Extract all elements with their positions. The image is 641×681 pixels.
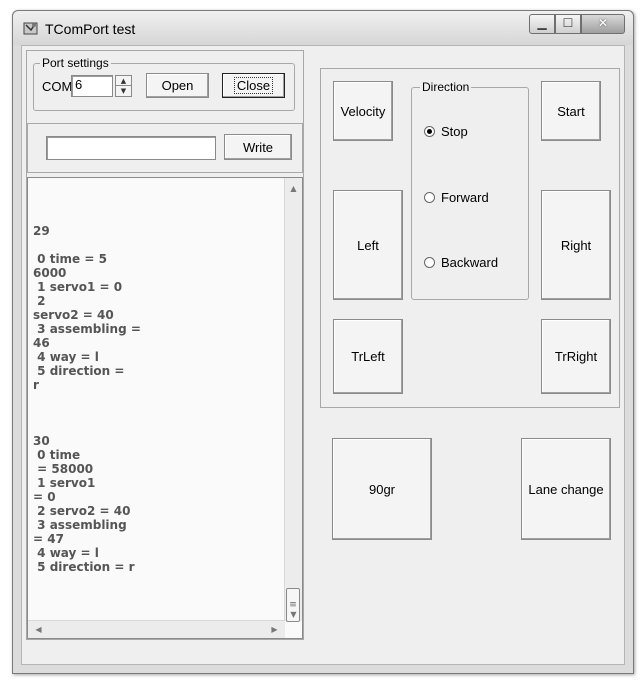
left-button[interactable]: Left	[333, 190, 403, 300]
radio-forward-label: Forward	[441, 190, 489, 205]
radio-backward[interactable]: Backward	[424, 255, 498, 270]
open-button-label: Open	[161, 78, 194, 93]
radio-backward-label: Backward	[441, 255, 499, 270]
left-panel: Port settings COM 6 ▲ ▼ Open Close Write	[26, 50, 304, 640]
open-button[interactable]: Open	[146, 73, 209, 98]
port-settings-group: Port settings COM 6 ▲ ▼ Open Close	[33, 56, 295, 111]
radio-stop-icon[interactable]	[424, 126, 435, 137]
close-window-button[interactable]: ✕	[581, 14, 625, 34]
scroll-right-icon[interactable]: ▶	[266, 621, 283, 638]
log-memo[interactable]: 29 0 time = 5 6000 1 servo1 = 0 2 servo2…	[27, 177, 303, 639]
direction-legend: Direction	[420, 80, 472, 94]
horizontal-scrollbar[interactable]: ◀ ▶	[28, 620, 285, 638]
caption-buttons: ▁ ☐ ✕	[529, 14, 625, 36]
trright-button-label: TrRight	[554, 349, 598, 364]
lane-change-button-label: Lane change	[528, 481, 604, 497]
right-button-label: Right	[560, 237, 592, 253]
maximize-icon: ☐	[562, 16, 574, 30]
minimize-button[interactable]: ▁	[529, 14, 555, 34]
write-button-label: Write	[242, 139, 274, 155]
log-text: 29 0 time = 5 6000 1 servo1 = 0 2 servo2…	[33, 224, 141, 574]
title-bar[interactable]: TComPort test ▁ ☐ ✕	[13, 11, 633, 45]
com-port-spinner[interactable]: ▲ ▼	[115, 75, 132, 97]
send-text-input[interactable]	[46, 136, 216, 160]
scroll-left-icon[interactable]: ◀	[30, 621, 47, 638]
lane-change-button[interactable]: Lane change	[521, 438, 611, 540]
close-icon: ✕	[597, 16, 609, 30]
write-panel: Write	[27, 123, 303, 173]
radio-backward-icon[interactable]	[424, 257, 435, 268]
client-area: Port settings COM 6 ▲ ▼ Open Close Write	[21, 45, 625, 665]
write-button[interactable]: Write	[224, 134, 292, 160]
left-button-label: Left	[357, 237, 379, 253]
scroll-down-icon[interactable]: ▼	[285, 606, 302, 623]
trleft-button[interactable]: TrLeft	[333, 319, 403, 394]
spin-down-icon[interactable]: ▼	[116, 86, 131, 96]
turn-90-button[interactable]: 90gr	[332, 438, 432, 540]
right-button[interactable]: Right	[541, 190, 611, 300]
velocity-button-label: Velocity	[340, 103, 386, 119]
trleft-button-label: TrLeft	[351, 349, 385, 364]
window-title: TComPort test	[45, 21, 136, 37]
turn-90-button-label: 90gr	[368, 481, 396, 497]
velocity-button[interactable]: Velocity	[333, 81, 393, 141]
radio-forward[interactable]: Forward	[424, 190, 489, 205]
app-window: TComPort test ▁ ☐ ✕ Port settings COM 6 …	[12, 10, 634, 674]
vertical-scrollbar[interactable]: ▲ ≡ ▼	[284, 178, 302, 623]
start-button[interactable]: Start	[541, 81, 601, 141]
direction-group: Direction Stop Forward Backward	[411, 80, 529, 300]
trright-button[interactable]: TrRight	[541, 319, 611, 394]
minimize-icon: ▁	[537, 16, 547, 30]
close-port-button[interactable]: Close	[222, 73, 285, 98]
close-port-button-label: Close	[233, 77, 274, 94]
start-button-label: Start	[557, 103, 585, 119]
port-settings-legend: Port settings	[40, 56, 111, 70]
com-port-field[interactable]: 6	[71, 75, 113, 97]
radio-stop[interactable]: Stop	[424, 124, 468, 139]
maximize-button[interactable]: ☐	[555, 14, 581, 34]
com-label: COM	[42, 79, 73, 94]
radio-forward-icon[interactable]	[424, 192, 435, 203]
app-icon	[23, 22, 38, 35]
control-panel: Velocity Start Direction Stop Forward Ba…	[320, 68, 620, 408]
scroll-up-icon[interactable]: ▲	[285, 180, 302, 197]
spin-up-icon[interactable]: ▲	[116, 76, 131, 86]
radio-stop-label: Stop	[441, 124, 468, 139]
